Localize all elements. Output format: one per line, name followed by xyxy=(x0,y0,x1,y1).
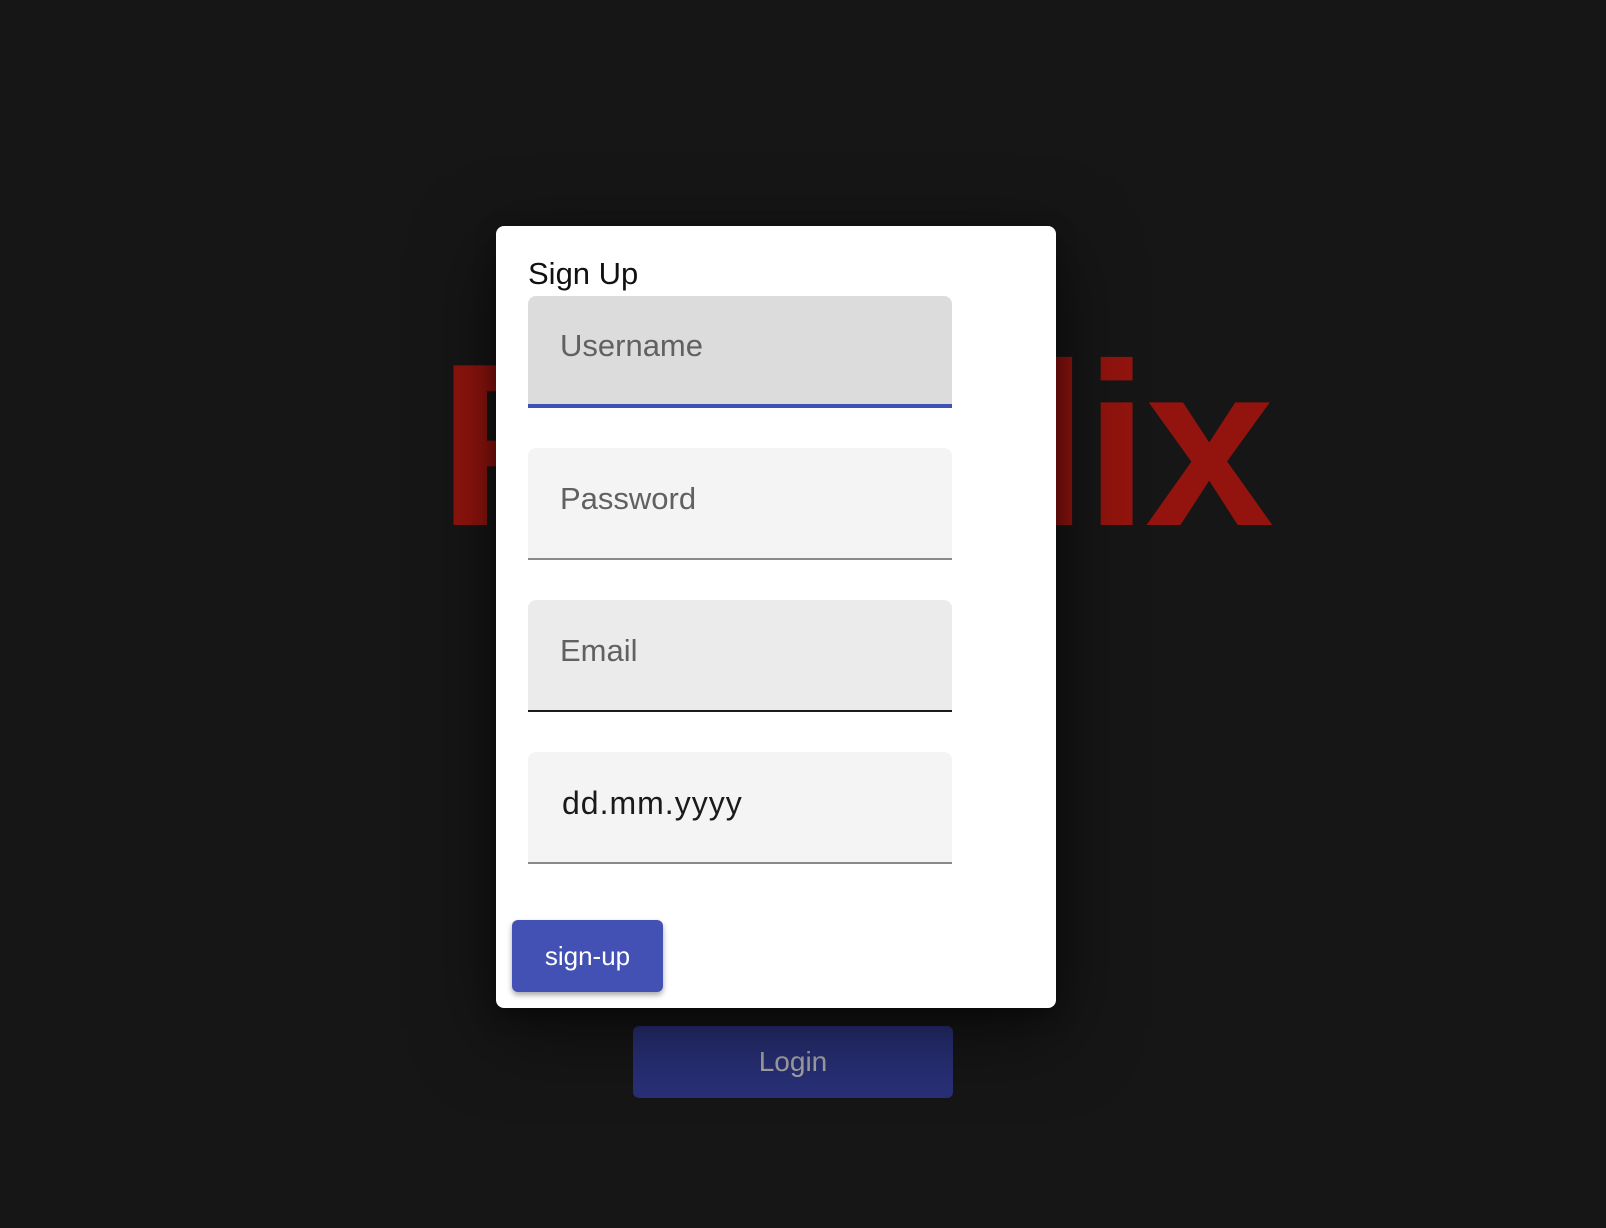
birthdate-input[interactable]: dd.mm.yyyy xyxy=(562,752,743,862)
email-field[interactable] xyxy=(528,600,952,712)
username-input[interactable] xyxy=(528,296,952,404)
login-button[interactable]: Login xyxy=(633,1026,953,1098)
password-field[interactable] xyxy=(528,448,952,560)
sign-up-button[interactable]: sign-up xyxy=(512,920,663,992)
password-input[interactable] xyxy=(528,448,952,558)
signup-dialog: Sign Up dd.mm.yyyy sign-up xyxy=(496,226,1056,1008)
dialog-title: Sign Up xyxy=(528,256,639,291)
birthdate-field[interactable]: dd.mm.yyyy xyxy=(528,752,952,864)
username-field[interactable] xyxy=(528,296,952,408)
email-input[interactable] xyxy=(528,600,952,710)
